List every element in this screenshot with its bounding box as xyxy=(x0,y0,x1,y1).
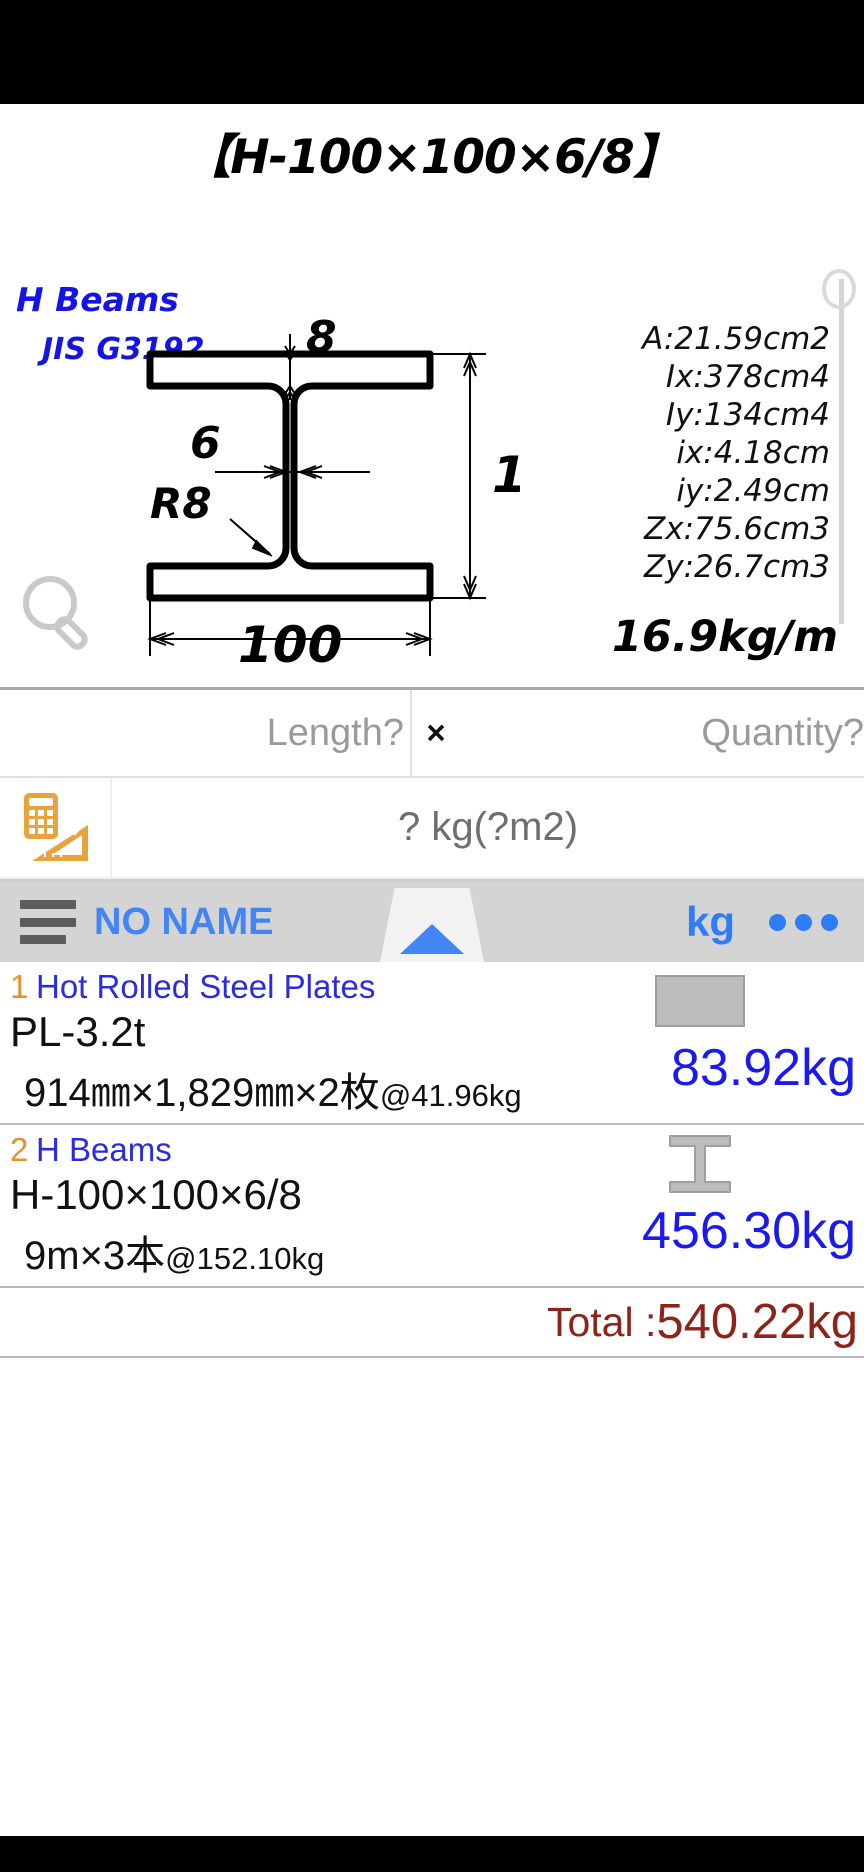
triangle-up-icon xyxy=(400,924,464,954)
dim-web-thickness: 6 xyxy=(190,418,221,469)
row-weight: 83.92kg xyxy=(670,1039,856,1097)
dimension-input-row: Length? × Quantity? xyxy=(0,690,864,778)
row-name: H-100×100×6/8 xyxy=(10,1171,302,1218)
dim-fillet-radius: R8 xyxy=(150,479,212,528)
calculator-ruler-icon[interactable] xyxy=(0,778,112,879)
multiply-symbol: × xyxy=(412,690,460,778)
h-beam-shape xyxy=(654,1133,746,1195)
length-placeholder: Length? xyxy=(266,711,404,754)
property-ix-radius: ix:4.18cm xyxy=(676,435,830,471)
row-category: H Beams xyxy=(36,1131,172,1168)
item-list: 1 Hot Rolled Steel Plates PL-3.2t 914㎜×1… xyxy=(0,962,864,1738)
quantity-placeholder: Quantity? xyxy=(701,711,864,754)
total-value: 540.22kg xyxy=(656,1295,858,1349)
result-text: ? kg(?m2) xyxy=(397,805,579,849)
property-iy-radius: iy:2.49cm xyxy=(676,473,830,509)
property-iy-moment: Iy:134cm4 xyxy=(665,397,830,433)
magnifier-icon[interactable] xyxy=(16,569,102,660)
app-screen: 【H-100×100×6/8】 H Beams JIS G3192 8 6 R8… xyxy=(0,104,864,1836)
row-dimensions-text: 9m×3本 xyxy=(24,1234,166,1278)
slider-track[interactable] xyxy=(839,279,844,624)
property-zy-modulus: Zy:26.7cm3 xyxy=(643,549,830,585)
spec-drawing-panel: 【H-100×100×6/8】 H Beams JIS G3192 8 6 R8… xyxy=(0,104,864,760)
total-label: Total : xyxy=(546,1298,657,1345)
row-unit-weight: @152.10kg xyxy=(165,1241,325,1276)
row-dimensions: 914㎜×1,829㎜×2枚@41.96kg xyxy=(24,1060,522,1118)
total-row: Total : 540.22kg xyxy=(0,1288,864,1358)
unit-weight-label: 16.9kg/m xyxy=(612,612,838,662)
table-row[interactable]: 2 H Beams H-100×100×6/8 9m×3本@152.10kg 4… xyxy=(0,1125,864,1288)
row-index: 1 xyxy=(10,968,29,1005)
unit-toggle-button[interactable]: kg xyxy=(686,898,735,946)
result-display[interactable]: ? kg(?m2) xyxy=(112,778,864,879)
quantity-input[interactable]: Quantity? xyxy=(460,690,864,778)
h-beam-cross-section-drawing: 8 6 R8 100 100 xyxy=(120,304,596,674)
row-name: PL-3.2t xyxy=(10,1008,146,1055)
steel-plate-shape xyxy=(654,970,746,1032)
list-toolbar: NO NAME kg xyxy=(0,882,864,962)
slider-knob[interactable] xyxy=(822,269,856,309)
row-dimensions-text: 914㎜×1,829㎜×2枚 xyxy=(24,1071,380,1115)
property-ix-moment: Ix:378cm4 xyxy=(665,359,830,395)
expand-list-handle[interactable] xyxy=(380,888,484,962)
property-area: A:21.59cm2 xyxy=(642,321,830,357)
row-dimensions: 9m×3本@152.10kg xyxy=(24,1223,324,1281)
dim-height: 100 xyxy=(492,446,520,504)
row-unit-weight: @41.96kg xyxy=(379,1078,522,1113)
table-row[interactable]: 1 Hot Rolled Steel Plates PL-3.2t 914㎜×1… xyxy=(0,962,864,1125)
property-zx-modulus: Zx:75.6cm3 xyxy=(643,511,830,547)
vertical-slider[interactable] xyxy=(822,269,856,624)
page-title: 【H-100×100×6/8】 xyxy=(184,130,680,185)
app-window: 【H-100×100×6/8】 H Beams JIS G3192 8 6 R8… xyxy=(0,0,864,1872)
calculation-result-row: ? kg(?m2) xyxy=(0,778,864,882)
length-input[interactable]: Length? xyxy=(0,690,412,778)
navigation-bar-letterbox xyxy=(0,1836,864,1872)
row-category: Hot Rolled Steel Plates xyxy=(36,968,376,1005)
more-options-icon[interactable] xyxy=(769,913,838,931)
dim-flange-thickness: 8 xyxy=(306,312,337,363)
section-properties-list: A:21.59cm2 Ix:378cm4 Iy:134cm4 ix:4.18cm… xyxy=(642,320,830,586)
list-empty-area xyxy=(0,1358,864,1738)
dim-width: 100 xyxy=(238,616,342,664)
document-name[interactable]: NO NAME xyxy=(94,901,273,944)
row-index: 2 xyxy=(10,1131,29,1168)
row-weight: 456.30kg xyxy=(642,1202,856,1260)
status-bar-letterbox xyxy=(0,0,864,104)
hamburger-menu-icon[interactable] xyxy=(20,900,76,944)
